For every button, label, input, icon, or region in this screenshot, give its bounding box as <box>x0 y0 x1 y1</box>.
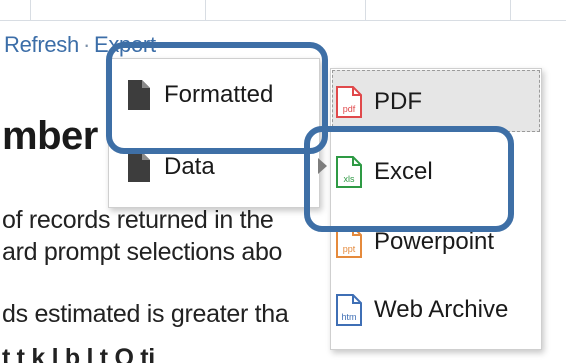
link-separator: · <box>82 32 90 57</box>
menu-item-excel[interactable]: xls Excel <box>336 156 433 188</box>
file-type-text: pdf <box>343 104 356 114</box>
body-text-line: t t k l b l t O ti <box>2 344 155 363</box>
table-column-divider <box>30 0 31 20</box>
table-column-divider <box>205 0 206 20</box>
web-archive-file-icon: htm <box>336 294 362 326</box>
file-type-text: ppt <box>343 244 356 254</box>
menu-item-label: PDF <box>374 88 422 115</box>
menu-item-label: Data <box>164 153 215 180</box>
menu-item-label: Powerpoint <box>374 228 495 255</box>
table-header-divider <box>0 20 566 21</box>
menu-item-label: Excel <box>374 158 433 185</box>
file-type-text: xls <box>344 174 355 184</box>
file-type-text: htm <box>341 312 356 322</box>
body-text-line: ds estimated is greater tha <box>2 300 289 328</box>
menu-item-pdf[interactable]: pdf PDF <box>336 86 422 118</box>
refresh-link[interactable]: Refresh <box>4 32 79 57</box>
document-icon <box>128 152 150 182</box>
submenu-arrow-icon <box>318 158 327 174</box>
report-links-row: Refresh · Export <box>4 32 156 58</box>
export-link[interactable]: Export <box>94 32 156 57</box>
page-heading: mber <box>2 114 98 158</box>
table-column-divider <box>365 0 366 20</box>
menu-item-formatted[interactable]: Formatted <box>128 80 273 110</box>
menu-item-web-archive[interactable]: htm Web Archive <box>336 294 508 326</box>
powerpoint-file-icon: ppt <box>336 226 362 258</box>
body-text-line: of records returned in the <box>2 206 274 234</box>
menu-item-label: Formatted <box>164 81 274 108</box>
menu-item-powerpoint[interactable]: ppt Powerpoint <box>336 226 494 258</box>
pdf-file-icon: pdf <box>336 86 362 118</box>
body-text-line: ard prompt selections abo <box>2 238 283 266</box>
document-icon <box>128 80 150 110</box>
excel-file-icon: xls <box>336 156 362 188</box>
menu-item-label: Web Archive <box>374 296 509 323</box>
menu-item-data[interactable]: Data <box>128 152 327 182</box>
table-column-divider <box>510 0 511 20</box>
